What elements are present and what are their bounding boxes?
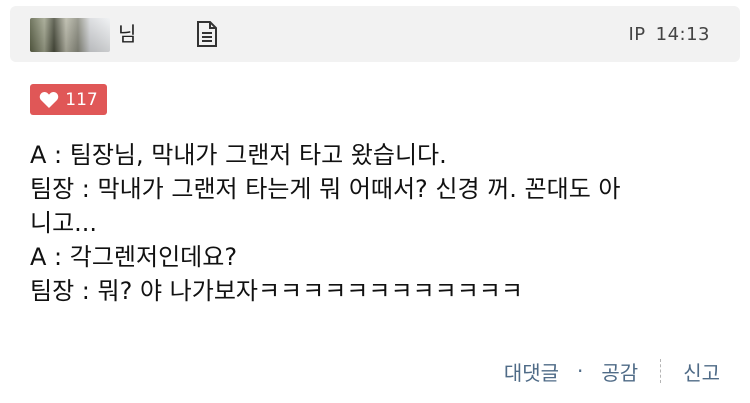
separator-dot: ·: [577, 359, 584, 383]
avatar[interactable]: [30, 18, 110, 52]
heart-icon: [40, 91, 59, 108]
empathy-button[interactable]: 공감: [601, 357, 638, 386]
comment-header: 님 IP 14:13: [10, 6, 740, 62]
comment-line: 팀장 : 막내가 그랜저 타는게 뭐 어때서? 신경 꺼. 꼰대도 아: [30, 175, 621, 203]
author-suffix: 님: [118, 22, 137, 46]
comment-line: 니고...: [30, 209, 98, 237]
divider: [660, 359, 662, 383]
ip-time: IP 14:13: [628, 24, 710, 46]
comment-line: A : 팀장님, 막내가 그랜저 타고 왔습니다.: [30, 141, 447, 169]
comment-body: A : 팀장님, 막내가 그랜저 타고 왔습니다. 팀장 : 막내가 그랜저 타…: [30, 138, 730, 308]
comment-card: 님 IP 14:13 117 A : 팀장님, 막내가 그랜저 타고 왔습니다. …: [0, 0, 750, 403]
reply-button[interactable]: 대댓글: [504, 357, 559, 386]
like-count: 117: [65, 89, 98, 110]
document-icon[interactable]: [194, 20, 220, 48]
like-badge[interactable]: 117: [30, 84, 107, 115]
comment-line: 팀장 : 뭐? 야 나가보자ㅋㅋㅋㅋㅋㅋㅋㅋㅋㅋㅋㅋ: [30, 277, 523, 305]
comment-time: 14:13: [655, 24, 710, 45]
report-button[interactable]: 신고: [683, 357, 720, 386]
comment-line: A : 각그렌저인데요?: [30, 243, 238, 271]
ip-label: IP: [628, 24, 646, 45]
comment-actions: 대댓글 · 공감 신고: [504, 356, 720, 386]
